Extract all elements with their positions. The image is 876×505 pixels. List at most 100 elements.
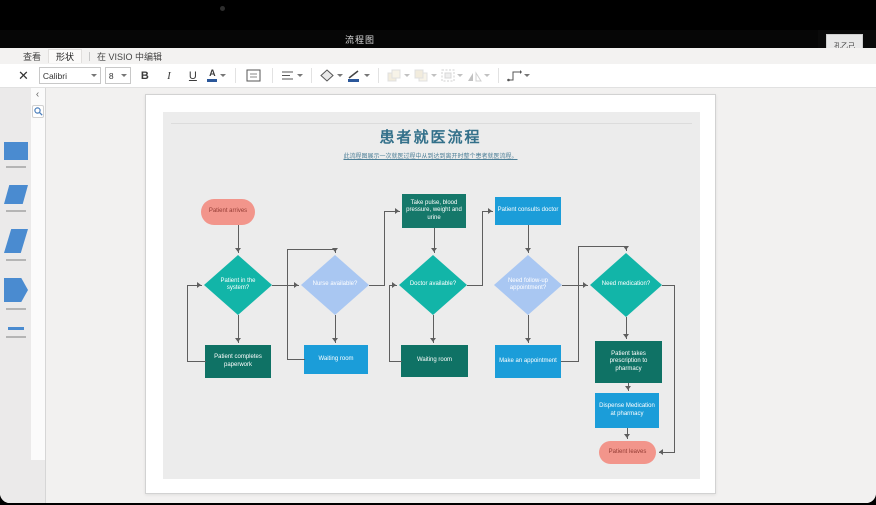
doctor-available[interactable]: Doctor available? — [399, 255, 467, 315]
connector-segment[interactable] — [561, 361, 579, 362]
send-backward-button[interactable] — [414, 66, 437, 86]
connector-segment[interactable] — [287, 249, 336, 250]
formatting-toolbar: ✕ Calibri 8 B I U A — [0, 64, 876, 88]
line-color-icon — [347, 69, 361, 82]
chevron-down-icon — [404, 74, 410, 77]
edit-in-visio-link[interactable]: 在 VISIO 中编辑 — [97, 50, 162, 63]
patient-takes-prescription[interactable]: Patient takes prescription to pharmacy — [595, 341, 662, 383]
arrowhead-icon — [623, 334, 629, 338]
patient-arrives[interactable]: Patient arrives — [201, 199, 255, 225]
connector-segment[interactable] — [482, 211, 483, 286]
italic-button[interactable]: I — [159, 66, 179, 86]
search-icon — [34, 107, 43, 116]
trapezoid-shape-icon[interactable] — [4, 229, 28, 261]
font-color-icon: A — [207, 69, 217, 82]
camera-dot — [220, 6, 225, 11]
align-button[interactable] — [281, 66, 303, 86]
rectangle-shape-icon[interactable] — [4, 142, 28, 168]
connector-segment[interactable] — [467, 285, 483, 286]
close-icon[interactable]: ✕ — [12, 66, 35, 86]
take-pulse[interactable]: Take pulse, blood pressure, weight and u… — [402, 194, 466, 228]
fill-icon — [320, 69, 334, 82]
need-medication[interactable]: Need medication? — [590, 253, 662, 317]
connector-segment[interactable] — [287, 359, 305, 360]
connector-segment[interactable] — [369, 285, 385, 286]
make-an-appointment[interactable]: Make an appointment — [495, 345, 561, 378]
arrowhead-icon — [395, 208, 399, 214]
thumbnail-label — [6, 210, 26, 212]
toolbar-separator — [378, 68, 379, 83]
search-shapes-button[interactable] — [32, 105, 44, 118]
titlebar: 流程图 — [0, 30, 876, 48]
shapes-panel: ‹ — [0, 88, 46, 503]
toolbar-separator — [235, 68, 236, 83]
arrowhead-icon — [659, 449, 663, 455]
tab-view[interactable]: 查看 — [16, 49, 48, 63]
thumbnail-label — [6, 336, 26, 338]
device-bezel — [0, 0, 876, 30]
collapse-panel-icon[interactable]: ‹ — [32, 90, 43, 101]
pentagon-shape-icon[interactable] — [4, 278, 28, 310]
tab-bar: 查看 形状 在 VISIO 中编辑 — [0, 48, 876, 64]
waiting-room-1[interactable]: Waiting room — [304, 345, 368, 374]
font-color-button[interactable]: A — [207, 66, 227, 86]
connector-style-button[interactable] — [507, 66, 530, 86]
chevron-down-icon — [364, 74, 370, 77]
connector-segment[interactable] — [187, 285, 188, 362]
patient-consults-doctor[interactable]: Patient consults doctor — [495, 197, 561, 225]
arrowhead-icon — [294, 282, 298, 288]
connector-segment[interactable] — [578, 246, 627, 247]
shape-outline-button[interactable] — [347, 66, 370, 86]
arrowhead-icon — [488, 208, 492, 214]
patient-in-the-system[interactable]: Patient in the system? — [204, 255, 272, 315]
arrowhead-icon — [525, 248, 531, 252]
panel-right-strip: ‹ — [31, 88, 45, 460]
arrowhead-icon — [583, 282, 587, 288]
bring-forward-icon — [387, 69, 402, 82]
arrowhead-icon — [624, 434, 630, 438]
chevron-down-icon — [91, 74, 97, 77]
waiting-room-2[interactable]: Waiting room — [401, 345, 468, 377]
tab-shapes[interactable]: 形状 — [48, 49, 82, 63]
drawing-page[interactable]: 患者就医流程 此流程图展示一次就医过程中从到达到离开时整个患者就医流程。 Pat… — [145, 94, 716, 494]
align-icon — [281, 70, 294, 81]
connector-segment[interactable] — [578, 246, 579, 362]
shape-thumbnails — [0, 142, 32, 338]
connector-segment[interactable] — [287, 249, 288, 360]
font-size-combo[interactable]: 8 — [105, 67, 131, 84]
parallelogram-shape-icon[interactable] — [4, 185, 28, 212]
text-box-icon — [246, 69, 261, 82]
nurse-available[interactable]: Nurse available? — [301, 255, 369, 315]
patient-completes-paperwork[interactable]: Patient completes paperwork — [205, 345, 271, 378]
dispense-medication[interactable]: Dispense Medication at pharmacy — [595, 393, 659, 428]
underline-button[interactable]: U — [183, 66, 203, 86]
connector-shape-icon[interactable] — [6, 327, 26, 338]
flip-rotate-button[interactable] — [467, 66, 490, 86]
need-follow-up-appointment[interactable]: Need follow-up appointment? — [494, 255, 562, 315]
patient-leaves[interactable]: Patient leaves — [599, 441, 656, 464]
thumbnail-label — [6, 259, 26, 261]
group-icon — [441, 69, 455, 82]
font-name-combo[interactable]: Calibri — [39, 67, 101, 84]
arrowhead-icon — [623, 246, 629, 250]
toolbar-separator — [272, 68, 273, 83]
arrowhead-icon — [332, 338, 338, 342]
connector-segment[interactable] — [187, 361, 206, 362]
arrowhead-icon — [525, 338, 531, 342]
bold-button[interactable]: B — [135, 66, 155, 86]
font-size-value: 8 — [109, 71, 114, 81]
group-button[interactable] — [441, 66, 463, 86]
thumbnail-label — [6, 308, 26, 310]
chevron-down-icon — [337, 74, 343, 77]
document-title: 流程图 — [310, 33, 410, 46]
connector-segment[interactable] — [674, 285, 675, 453]
connector-segment[interactable] — [389, 285, 390, 362]
arrowhead-icon — [431, 248, 437, 252]
shape-fill-button[interactable] — [320, 66, 343, 86]
connector-segment[interactable] — [389, 361, 402, 362]
connector-segment[interactable] — [384, 211, 385, 286]
arrowhead-icon — [332, 248, 338, 252]
arrowhead-icon — [235, 248, 241, 252]
bring-forward-button[interactable] — [387, 66, 410, 86]
text-box-button[interactable] — [244, 66, 264, 86]
